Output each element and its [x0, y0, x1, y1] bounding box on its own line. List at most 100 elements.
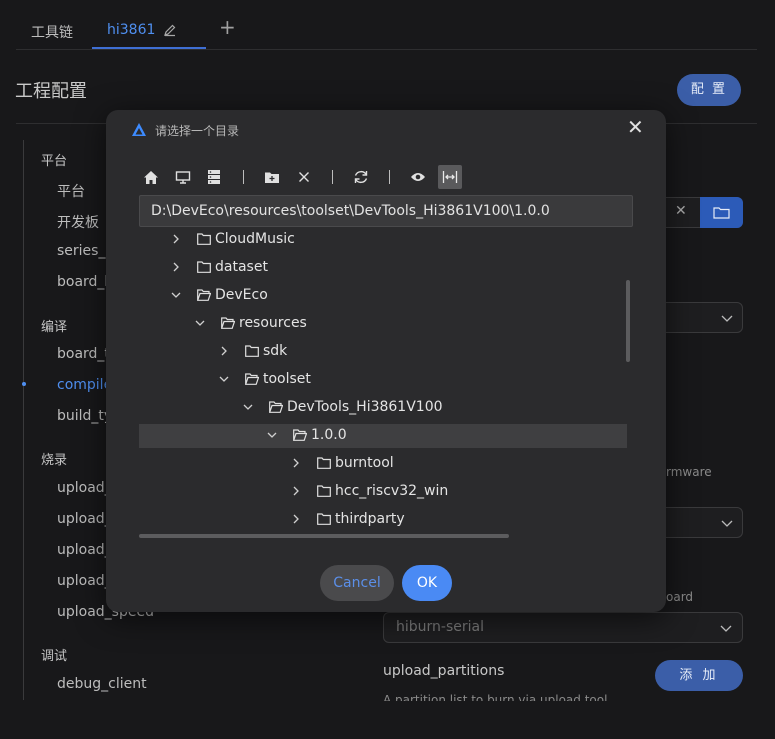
folder-name: dataset	[215, 259, 268, 275]
chevron-down-icon[interactable]	[195, 318, 205, 328]
add-button[interactable]: 添 加	[655, 660, 743, 691]
nav-item-compile[interactable]: compile	[57, 377, 112, 393]
nav-item-upload-1[interactable]: upload_	[57, 480, 112, 496]
protocol-select[interactable]: hiburn-serial	[383, 612, 743, 643]
tab-hi3861[interactable]: hi3861	[107, 22, 155, 38]
tree-row[interactable]: thirdparty	[139, 508, 627, 532]
folder-name: toolset	[263, 371, 311, 387]
drives-icon[interactable]	[205, 168, 223, 186]
nav-item-upload-4[interactable]: upload_	[57, 573, 112, 589]
close-icon[interactable]: ✕	[627, 117, 644, 137]
delete-icon[interactable]	[295, 168, 313, 186]
chevron-down-icon[interactable]	[243, 402, 253, 412]
tree-row[interactable]: burntool	[139, 452, 627, 476]
folder-open-icon	[221, 317, 235, 329]
firmware-hint: rmware	[666, 465, 712, 479]
folder-icon	[197, 261, 211, 273]
folder-open-icon	[197, 289, 211, 301]
ok-button[interactable]: OK	[402, 565, 452, 601]
folder-open-icon	[269, 401, 283, 413]
tree-row[interactable]: toolset	[139, 368, 627, 392]
folder-name: DevEco	[215, 287, 268, 303]
nav-item-upload-2[interactable]: upload_	[57, 511, 112, 527]
horizontal-scrollbar[interactable]	[139, 534, 509, 538]
cancel-button[interactable]: Cancel	[320, 565, 394, 601]
dialog-title: 请选择一个目录	[155, 124, 240, 138]
nav-active-dot	[22, 382, 26, 386]
folder-icon	[713, 207, 730, 219]
folder-name: 1.0.0	[311, 427, 347, 443]
chevron-down-icon	[720, 625, 732, 632]
toolbar-separator	[389, 170, 390, 184]
chevron-right-icon[interactable]	[291, 514, 301, 524]
chevron-right-icon[interactable]	[171, 262, 181, 272]
nav-item-board[interactable]: 开发板	[57, 212, 99, 232]
directory-tree: CloudMusic dataset DevEco resources sdk …	[139, 228, 633, 534]
toolbar-separator	[243, 170, 244, 184]
vertical-scrollbar[interactable]	[626, 280, 630, 362]
nav-group-compile[interactable]: 编译	[41, 316, 67, 335]
config-button[interactable]: 配 置	[677, 74, 741, 106]
chevron-right-icon[interactable]	[171, 234, 181, 244]
folder-name: DevTools_Hi3861V100	[287, 399, 443, 415]
folder-name: sdk	[263, 343, 288, 359]
home-icon[interactable]	[142, 168, 160, 186]
chevron-down-icon	[721, 315, 733, 322]
refresh-icon[interactable]	[352, 168, 370, 186]
edit-icon[interactable]	[163, 23, 177, 37]
tree-row-selected[interactable]: 1.0.0	[139, 424, 627, 448]
chevron-down-icon[interactable]	[267, 430, 277, 440]
tree-row[interactable]: DevTools_Hi3861V100	[139, 396, 627, 420]
chevron-down-icon	[721, 520, 733, 527]
tree-row[interactable]: hcc_riscv32_win	[139, 480, 627, 504]
tree-row[interactable]: CloudMusic	[139, 228, 627, 252]
add-tab-icon[interactable]: +	[219, 17, 236, 37]
select-directory-dialog: 请选择一个目录 ✕ D:\DevEco\resources\toolset\De…	[106, 110, 666, 612]
page-title: 工程配置	[15, 81, 87, 102]
chevron-down-icon[interactable]	[219, 374, 229, 384]
folder-icon	[317, 485, 331, 497]
folder-icon	[317, 457, 331, 469]
nav-rail	[23, 140, 24, 700]
active-tab-indicator	[92, 47, 206, 49]
tab-toolchain[interactable]: 工具链	[31, 22, 73, 42]
tree-row[interactable]: resources	[139, 312, 627, 336]
folder-name: burntool	[335, 455, 394, 471]
upload-partitions-label: upload_partitions	[383, 663, 505, 679]
deveco-logo-icon	[132, 123, 146, 136]
folder-icon	[317, 513, 331, 525]
nav-item-platform[interactable]: 平台	[57, 181, 85, 201]
tree-row[interactable]: DevEco	[139, 284, 627, 308]
protocol-value: hiburn-serial	[396, 619, 484, 635]
board-hint: oard	[666, 590, 694, 604]
folder-name: thirdparty	[335, 511, 405, 527]
tab-bar: 工具链 hi3861 +	[16, 0, 757, 50]
nav-item-debug-client[interactable]: debug_client	[57, 676, 147, 692]
nav-group-debug[interactable]: 调试	[41, 645, 67, 664]
chevron-right-icon[interactable]	[291, 458, 301, 468]
partition-hint: A partition list to burn via upload tool	[383, 693, 608, 701]
new-folder-icon[interactable]	[263, 168, 281, 186]
chevron-down-icon[interactable]	[171, 290, 181, 300]
browse-folder-button[interactable]	[700, 197, 743, 228]
eye-icon[interactable]	[409, 168, 427, 186]
tree-row[interactable]: dataset	[139, 256, 627, 280]
folder-name: hcc_riscv32_win	[335, 483, 449, 499]
clear-icon[interactable]: ✕	[675, 203, 687, 219]
tree-row[interactable]: sdk	[139, 340, 627, 364]
folder-icon	[197, 233, 211, 245]
nav-item-board-t[interactable]: board_t	[57, 346, 110, 362]
nav-item-upload-3[interactable]: upload_	[57, 542, 112, 558]
nav-group-burn[interactable]: 烧录	[41, 449, 67, 468]
nav-item-build-type[interactable]: build_ty	[57, 408, 112, 424]
fit-width-icon[interactable]	[438, 165, 462, 189]
folder-open-icon	[293, 429, 307, 441]
folder-icon	[245, 345, 259, 357]
nav-item-board-b[interactable]: board_b	[57, 274, 113, 290]
folder-name: CloudMusic	[215, 231, 295, 247]
nav-group-platform[interactable]: 平台	[41, 150, 67, 169]
desktop-icon[interactable]	[174, 168, 192, 186]
chevron-right-icon[interactable]	[291, 486, 301, 496]
chevron-right-icon[interactable]	[219, 346, 229, 356]
directory-path-input[interactable]: D:\DevEco\resources\toolset\DevTools_Hi3…	[139, 195, 633, 227]
